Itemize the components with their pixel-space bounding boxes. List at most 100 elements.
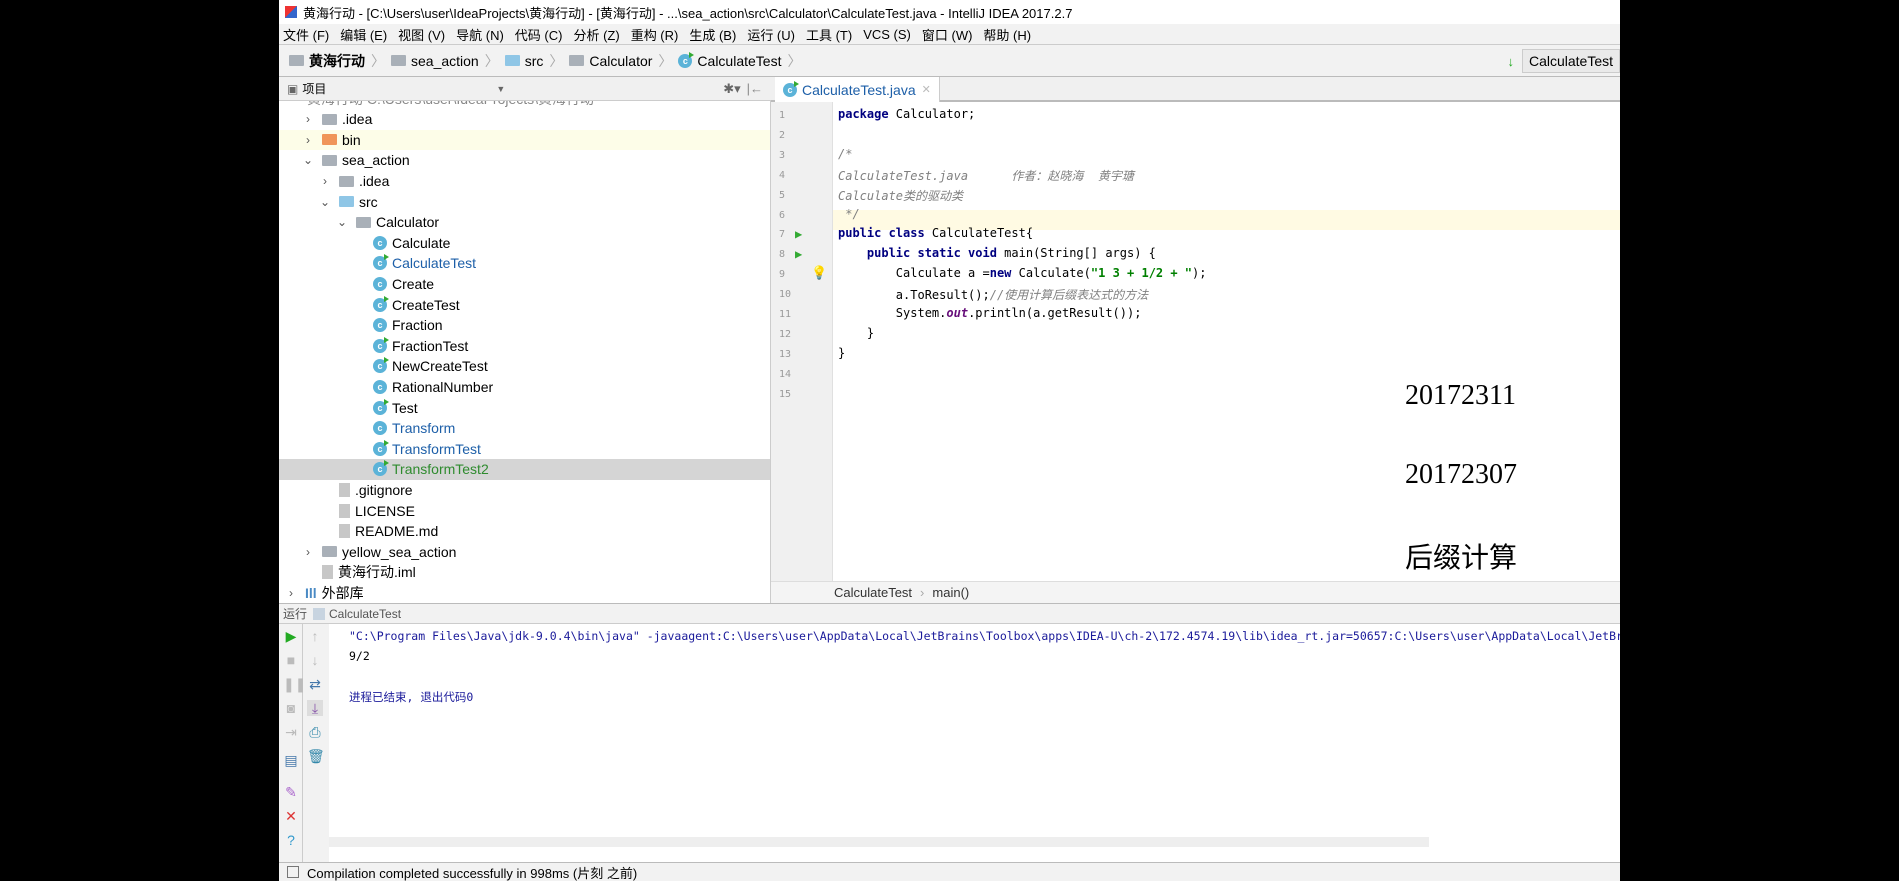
tree-item[interactable]: c CreateTest <box>279 294 770 315</box>
code-line[interactable]: */ <box>838 207 859 221</box>
hide-panel-icon[interactable]: |← <box>747 81 763 96</box>
chevron-down-icon[interactable]: ▼ <box>496 84 505 94</box>
code-line[interactable]: public static void main(String[] args) { <box>838 246 1156 260</box>
expand-arrow-icon[interactable]: › <box>283 586 299 600</box>
tree-item[interactable]: c Calculate <box>279 233 770 254</box>
tree-item[interactable]: ⌄ Calculator <box>279 212 770 233</box>
crumb-method[interactable]: main() <box>932 585 969 600</box>
rerun-icon[interactable]: ▶ <box>283 628 299 644</box>
console-line: 进程已结束, 退出代码0 <box>349 690 474 704</box>
app-icon <box>285 6 297 18</box>
project-panel-header: ▣ 项目 ▼ ✱▾ |← <box>279 77 771 101</box>
project-tree: 黄海行动 C:\Users\user\IdeaProjects\黄海行动 ›.i… <box>279 101 771 603</box>
tree-item[interactable]: c FractionTest <box>279 336 770 357</box>
code-line[interactable]: } <box>838 346 845 360</box>
test-class-icon: c <box>373 357 389 374</box>
menu-item[interactable]: 重构 (R) <box>631 25 679 44</box>
tree-item[interactable]: c TransformTest2 <box>279 459 770 480</box>
menu-item[interactable]: VCS (S) <box>863 27 911 42</box>
breadcrumb-item[interactable]: sea_action 〉 <box>391 51 499 71</box>
tree-item[interactable]: ⌄ src <box>279 191 770 212</box>
tree-item[interactable]: c Fraction <box>279 315 770 336</box>
menu-item[interactable]: 导航 (N) <box>456 25 504 44</box>
expand-arrow-icon[interactable]: ⌄ <box>317 195 333 209</box>
folder-icon <box>322 134 337 146</box>
menu-item[interactable]: 窗口 (W) <box>922 25 973 44</box>
run-tab[interactable]: CalculateTest <box>329 607 401 621</box>
code-line[interactable]: Calculate a =new Calculate("1 3 + 1/2 + … <box>838 266 1207 280</box>
tree-item[interactable]: c TransformTest <box>279 439 770 460</box>
console-output[interactable]: "C:\Program Files\Java\jdk-9.0.4\bin\jav… <box>329 624 1620 862</box>
scroll-to-end-icon[interactable]: ⤓ <box>307 700 323 716</box>
run-config-select[interactable]: CalculateTest <box>1521 49 1620 73</box>
exit-icon[interactable]: ⇥ <box>283 724 299 740</box>
tab-calculatetest[interactable]: c CalculateTest.java ✕ <box>775 77 940 102</box>
horizontal-scrollbar[interactable] <box>329 837 1429 847</box>
tree-item[interactable]: › Ill 外部库 <box>279 583 770 603</box>
expand-arrow-icon[interactable]: › <box>300 545 316 559</box>
pause-icon[interactable]: ❚❚ <box>283 676 306 692</box>
tree-item[interactable]: › bin <box>279 129 770 151</box>
close-icon[interactable]: ✕ <box>922 83 931 96</box>
tree-item[interactable]: c Transform <box>279 418 770 439</box>
menu-item[interactable]: 分析 (Z) <box>573 25 619 44</box>
expand-arrow-icon[interactable]: › <box>300 133 316 147</box>
menu-item[interactable]: 生成 (B) <box>689 25 736 44</box>
code-line[interactable]: package Calculator; <box>838 107 975 121</box>
tree-item[interactable]: c Create <box>279 274 770 295</box>
menu-item[interactable]: 运行 (U) <box>747 25 795 44</box>
breadcrumb-item[interactable]: Calculator 〉 <box>569 51 672 71</box>
crumb-class[interactable]: CalculateTest <box>834 585 912 600</box>
breadcrumb-item[interactable]: c CalculateTest 〉 <box>678 51 801 71</box>
tree-item-label: src <box>359 193 378 210</box>
menu-item[interactable]: 编辑 (E) <box>340 25 387 44</box>
expand-arrow-icon[interactable]: ⌄ <box>300 153 316 167</box>
tree-item[interactable]: LICENSE <box>279 500 770 521</box>
trash-icon[interactable]: 🗑 <box>307 748 325 764</box>
down-arrow-icon[interactable]: ↓ <box>307 652 323 668</box>
close-icon[interactable]: ✕ <box>283 808 299 824</box>
menu-item[interactable]: 工具 (T) <box>806 25 852 44</box>
camera-icon[interactable]: ◙ <box>283 700 299 716</box>
tree-item[interactable]: › .idea <box>279 109 770 130</box>
expand-arrow-icon[interactable]: › <box>317 174 333 188</box>
tree-item[interactable]: c Test <box>279 397 770 418</box>
tree-item[interactable]: c RationalNumber <box>279 377 770 398</box>
stop-icon[interactable]: ■ <box>283 652 299 668</box>
breadcrumb-item[interactable]: 黄海行动〉 <box>289 51 385 71</box>
tree-item[interactable]: .gitignore <box>279 480 770 501</box>
project-panel-title[interactable]: 项目 <box>302 80 326 97</box>
code-line[interactable]: Calculate类的驱动类 <box>838 187 963 204</box>
print-icon[interactable]: ⎙ <box>307 724 323 740</box>
code-line[interactable]: CalculateTest.java 作者：赵晓海 黄宇瑭 <box>838 167 1134 184</box>
code-area[interactable]: package Calculator; /* CalculateTest.java … <box>771 102 1620 581</box>
layout-icon[interactable]: ▤ <box>283 752 299 768</box>
up-arrow-icon[interactable]: ↑ <box>307 628 323 644</box>
code-line[interactable]: a.ToResult();//使用计算后缀表达式的方法 <box>838 286 1148 303</box>
menu-item[interactable]: 文件 (F) <box>283 25 329 44</box>
code-line[interactable]: System.out.println(a.getResult()); <box>838 306 1142 320</box>
tree-item[interactable]: › .idea <box>279 171 770 192</box>
breadcrumb-item[interactable]: src 〉 <box>504 51 563 71</box>
tree-item[interactable]: ⌄ sea_action <box>279 150 770 171</box>
code-line[interactable]: public class CalculateTest{ <box>838 226 1033 240</box>
code-line[interactable]: } <box>838 326 874 340</box>
tree-item[interactable]: c CalculateTest <box>279 253 770 274</box>
gear-icon[interactable]: ✱▾ <box>723 81 740 97</box>
tree-item[interactable]: README.md <box>279 521 770 542</box>
help-icon[interactable]: ? <box>283 832 299 848</box>
menu-item[interactable]: 代码 (C) <box>515 25 563 44</box>
tree-item[interactable]: 黄海行动.iml <box>279 562 770 583</box>
tree-item[interactable]: › yellow_sea_action <box>279 542 770 563</box>
expand-arrow-icon[interactable]: › <box>300 112 316 126</box>
expand-arrow-icon[interactable]: ⌄ <box>334 215 350 229</box>
code-line[interactable]: /* <box>838 147 852 161</box>
pin-icon[interactable]: ✎ <box>283 784 299 800</box>
sort-icon[interactable]: ↓ <box>1507 54 1514 69</box>
menu-item[interactable]: 帮助 (H) <box>983 25 1031 44</box>
soft-wrap-icon[interactable]: ⇄ <box>307 676 323 692</box>
menu-item[interactable]: 视图 (V) <box>398 25 445 44</box>
status-icon[interactable] <box>287 866 299 878</box>
breadcrumb-label: CalculateTest <box>697 52 782 69</box>
tree-item[interactable]: c NewCreateTest <box>279 356 770 377</box>
